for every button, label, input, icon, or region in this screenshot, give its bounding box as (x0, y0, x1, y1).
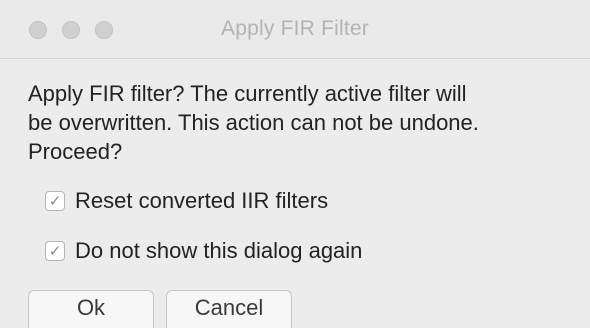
title-bar[interactable]: Apply FIR Filter (0, 0, 590, 59)
message-line: Proceed? (28, 139, 123, 164)
window-title: Apply FIR Filter (221, 17, 369, 40)
reset-iir-checkbox[interactable]: ✓ (45, 191, 65, 211)
checkmark-icon: ✓ (48, 242, 62, 260)
checkmark-icon: ✓ (48, 192, 62, 210)
ok-button[interactable]: Ok (28, 290, 154, 328)
reset-iir-label[interactable]: Reset converted IIR filters (75, 188, 328, 214)
dialog-message: Apply FIR filter? The currently active f… (28, 79, 568, 166)
message-line: Apply FIR filter? The currently active f… (28, 81, 467, 106)
cancel-button[interactable]: Cancel (166, 290, 292, 328)
dialog-window: Apply FIR Filter Apply FIR filter? The c… (0, 0, 590, 328)
dont-show-again-checkbox[interactable]: ✓ (45, 241, 65, 261)
reset-iir-option[interactable]: ✓ Reset converted IIR filters (45, 187, 328, 215)
dont-show-again-label[interactable]: Do not show this dialog again (75, 238, 362, 264)
message-line: be overwritten. This action can not be u… (28, 110, 479, 135)
dont-show-again-option[interactable]: ✓ Do not show this dialog again (45, 237, 362, 265)
